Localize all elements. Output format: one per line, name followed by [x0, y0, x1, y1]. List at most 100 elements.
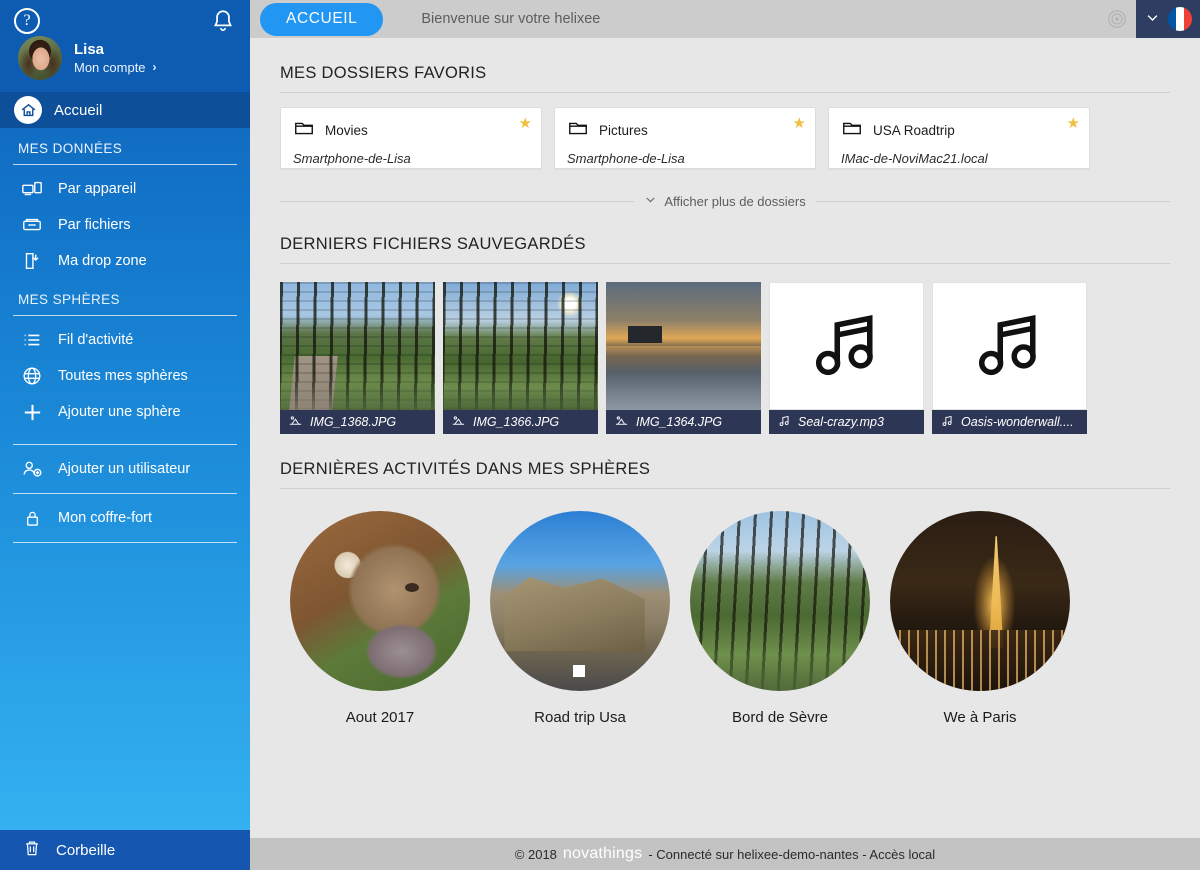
star-icon[interactable]: ★ [1067, 114, 1080, 132]
trash-icon [22, 838, 42, 862]
files-icon [20, 214, 44, 236]
section-title-spheres: DERNIÈRES ACTIVITÉS DANS MES SPHÈRES [280, 460, 651, 478]
sidebar-item-ma-drop-zone[interactable]: Ma drop zone [0, 243, 250, 279]
file-name: IMG_1364.JPG [636, 415, 723, 429]
language-selector[interactable] [1136, 0, 1200, 38]
sidebar-item-par-fichiers[interactable]: Par fichiers [0, 207, 250, 243]
sidebar-item-ajouter-un-utilisateur[interactable]: Ajouter un utilisateur [0, 451, 250, 487]
sidebar-item-accueil[interactable]: Accueil [0, 92, 250, 128]
sphere-item[interactable]: Road trip Usa [480, 511, 680, 726]
add-user-icon [20, 458, 44, 480]
file-card[interactable]: IMG_1364.JPG [606, 282, 761, 434]
file-card[interactable]: IMG_1368.JPG [280, 282, 435, 434]
file-name: IMG_1366.JPG [473, 415, 560, 429]
favorite-header: Pictures [567, 117, 803, 144]
favorite-source: IMac-de-NoviMac21.local [841, 151, 988, 166]
favorite-header: Movies [293, 117, 529, 144]
topbar: ACCUEIL Bienvenue sur votre helixee [250, 0, 1200, 38]
file-label: Oasis-wonderwall.... [932, 410, 1087, 434]
brand-logo: novathings [562, 845, 643, 862]
photo-icon [288, 413, 303, 431]
chevron-right-icon: › [152, 59, 157, 74]
section-title-favoris: MES DOSSIERS FAVORIS [280, 64, 487, 82]
sidebar-item-mon-coffre-fort[interactable]: Mon coffre-fort [0, 500, 250, 536]
file-name: Oasis-wonderwall.... [961, 415, 1074, 429]
divider [280, 263, 1170, 264]
sphere-item[interactable]: Bord de Sèvre [680, 511, 880, 726]
file-thumbnail [932, 282, 1087, 410]
favorite-name: Movies [325, 123, 368, 138]
sphere-item[interactable]: We à Paris [880, 511, 1080, 726]
file-thumbnail [280, 282, 435, 410]
favorite-source: Smartphone-de-Lisa [567, 151, 685, 166]
sidebar-group-extra: Ajouter un utilisateur [0, 445, 250, 487]
folder-icon [293, 117, 315, 144]
file-card[interactable]: IMG_1366.JPG [443, 282, 598, 434]
sphere-name: Aout 2017 [345, 709, 415, 726]
sidebar-group-spheres: Fil d'activité Toutes mes sphères Ajoute… [0, 316, 250, 430]
sidebar-item-toutes-mes-spheres[interactable]: Toutes mes sphères [0, 358, 250, 394]
flag-france-icon [1167, 7, 1192, 31]
sidebar-section-mes-donnees: MES DONNÉES [18, 141, 123, 156]
sphere-item[interactable]: Aout 2017 [280, 511, 480, 726]
sidebar-group-vault: Mon coffre-fort [0, 494, 250, 536]
home-icon [14, 96, 42, 124]
chevron-down-icon [644, 193, 657, 209]
footer-copyright: © 2018 [514, 846, 557, 862]
chevron-down-icon [1145, 10, 1160, 28]
favorite-source: Smartphone-de-Lisa [293, 151, 411, 166]
favorite-card[interactable]: Movies Smartphone-de-Lisa ★ [280, 107, 542, 169]
favorite-card[interactable]: USA Roadtrip IMac-de-NoviMac21.local ★ [828, 107, 1090, 169]
recent-files-list: IMG_1368.JPG IMG_1366.JPG IMG_1364.JPG S… [280, 282, 1170, 434]
show-more-folders-label: Afficher plus de dossiers [664, 193, 806, 209]
file-card[interactable]: Seal-crazy.mp3 [769, 282, 924, 434]
tab-accueil[interactable]: ACCUEIL [260, 2, 384, 36]
sidebar-item-ajouter-une-sphere[interactable]: Ajouter une sphère [0, 394, 250, 430]
star-icon[interactable]: ★ [519, 114, 532, 132]
sidebar-item-accueil-label: Accueil [54, 101, 103, 119]
devices-icon [20, 178, 44, 200]
topbar-actions [1098, 0, 1200, 38]
account-link[interactable]: Mon compte › [74, 59, 157, 76]
divider [280, 92, 1170, 93]
sidebar-item-corbeille[interactable]: Corbeille [0, 830, 250, 870]
sphere-thumbnail [890, 511, 1070, 691]
sphere-name: Road trip Usa [534, 709, 626, 726]
file-label: IMG_1368.JPG [280, 410, 435, 434]
sidebar-item-label: Toutes mes sphères [58, 368, 188, 384]
favorites-list: Movies Smartphone-de-Lisa ★ Pictures Sma… [280, 107, 1170, 169]
sidebar-item-label: Ma drop zone [58, 253, 147, 269]
show-more-folders-button[interactable]: Afficher plus de dossiers [644, 193, 806, 209]
sidebar-item-fil-activite[interactable]: Fil d'activité [0, 322, 250, 358]
divider [815, 200, 1171, 202]
footer: © 2018 novathings - Connecté sur helixee… [250, 838, 1200, 870]
sphere-thumbnail [490, 511, 670, 691]
favorite-card[interactable]: Pictures Smartphone-de-Lisa ★ [554, 107, 816, 169]
section-title-fichiers: DERNIERS FICHIERS SAUVEGARDÉS [280, 235, 586, 253]
divider [280, 200, 635, 202]
help-circle-icon[interactable]: ? [14, 8, 40, 34]
lock-icon [20, 507, 44, 529]
plus-icon [20, 401, 44, 423]
sphere-thumbnail [290, 511, 470, 691]
sidebar-group-donnees: Par appareil Par fichiers Ma drop zone [0, 165, 250, 279]
star-icon[interactable]: ★ [793, 114, 806, 132]
bell-icon[interactable] [210, 8, 236, 34]
user-profile[interactable]: Lisa Mon compte › [18, 36, 157, 80]
favorite-header: USA Roadtrip [841, 117, 1077, 144]
footer-status: - Connecté sur helixee-demo-nantes - Acc… [648, 846, 936, 862]
music-note-icon [777, 414, 791, 431]
divider [280, 488, 1170, 489]
target-icon[interactable] [1098, 8, 1136, 30]
sidebar-item-label: Ajouter un utilisateur [58, 461, 191, 477]
file-name: IMG_1368.JPG [310, 415, 397, 429]
sphere-name: Bord de Sèvre [732, 709, 828, 726]
folder-icon [841, 117, 863, 144]
sidebar-item-par-appareil[interactable]: Par appareil [0, 171, 250, 207]
show-more-row: Afficher plus de dossiers [280, 193, 1171, 209]
file-thumbnail [769, 282, 924, 410]
file-label: Seal-crazy.mp3 [769, 410, 924, 434]
main-area: ACCUEIL Bienvenue sur votre helixee MES … [250, 0, 1200, 870]
file-card[interactable]: Oasis-wonderwall.... [932, 282, 1087, 434]
